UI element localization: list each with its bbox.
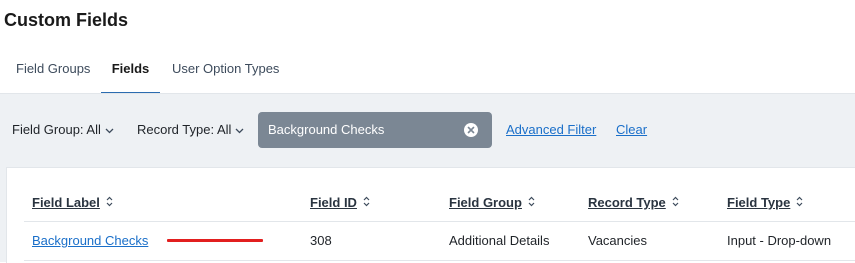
field-group-cell: Additional Details — [449, 233, 550, 248]
column-header-record-type[interactable]: Record Type — [588, 195, 679, 210]
tab-bar: Field Groups Fields User Option Types — [0, 52, 855, 94]
chevron-down-icon — [235, 122, 244, 137]
header-divider — [24, 221, 855, 222]
field-label-link[interactable]: Background Checks — [32, 233, 148, 248]
page-title: Custom Fields — [4, 10, 129, 30]
sort-icon — [796, 195, 803, 210]
field-type-cell: Input - Drop-down — [727, 233, 832, 248]
sort-icon — [363, 195, 370, 210]
clear-x-icon[interactable] — [464, 123, 478, 137]
search-input[interactable]: Background Checks — [258, 112, 492, 148]
column-header-label: Field Group — [449, 195, 522, 210]
field-group-filter-label: Field Group: All — [12, 122, 101, 137]
record-type-filter-label: Record Type: All — [137, 122, 232, 137]
chevron-down-icon — [105, 122, 114, 137]
column-header-field-group[interactable]: Field Group — [449, 195, 535, 210]
tab-fields[interactable]: Fields — [101, 52, 160, 94]
column-header-field-id[interactable]: Field ID — [310, 195, 370, 210]
sort-icon — [528, 195, 535, 210]
tab-user-option-types[interactable]: User Option Types — [172, 52, 279, 92]
fields-table — [6, 167, 855, 263]
column-header-label: Field Label — [32, 195, 100, 210]
record-type-filter[interactable]: Record Type: All — [137, 122, 244, 137]
field-group-filter[interactable]: Field Group: All — [12, 122, 114, 137]
record-type-cell: Vacancies — [588, 233, 648, 248]
search-input-value: Background Checks — [268, 122, 385, 137]
column-header-label: Record Type — [588, 195, 666, 210]
clear-filter-link[interactable]: Clear — [616, 122, 647, 137]
tab-field-groups[interactable]: Field Groups — [16, 52, 90, 92]
column-header-field-label[interactable]: Field Label — [32, 195, 113, 210]
annotation-underline — [167, 239, 263, 242]
field-id-cell: 308 — [310, 233, 332, 248]
column-header-label: Field Type — [727, 195, 791, 210]
row-divider — [24, 260, 855, 261]
sort-icon — [672, 195, 679, 210]
column-header-label: Field ID — [310, 195, 357, 210]
column-header-field-type[interactable]: Field Type — [727, 195, 803, 210]
advanced-filter-link[interactable]: Advanced Filter — [506, 122, 596, 137]
sort-icon — [106, 195, 113, 210]
